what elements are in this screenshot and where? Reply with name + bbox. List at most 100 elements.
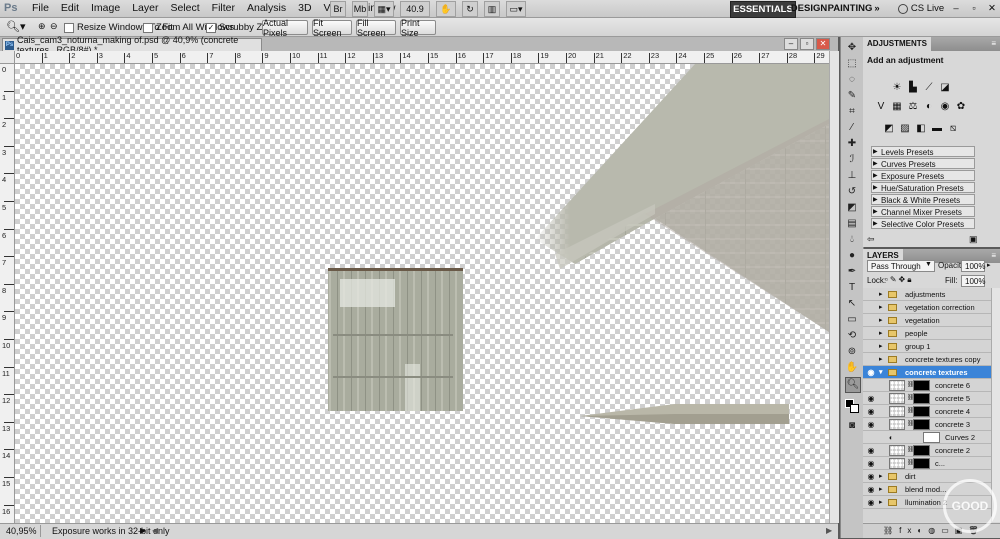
3d-orbit-tool-icon[interactable]: ⊚ [845,345,859,359]
lasso-tool-icon[interactable]: ◌ [845,73,859,87]
layer-thumbnail[interactable] [889,458,905,469]
visibility-eye-icon[interactable]: ◉ [865,405,877,418]
eyedropper-tool-icon[interactable]: ⁄ [845,121,859,135]
layer-row[interactable]: ▸ people [863,327,991,340]
brightness-contrast-icon[interactable]: ☀ [891,82,903,93]
zoom-level-field[interactable]: 40.9 [400,1,430,17]
arrange-documents-icon[interactable]: ▥ [484,1,500,17]
color-balance-icon[interactable]: ⚖ [907,101,919,112]
preset-hue-saturation[interactable]: Hue/Saturation Presets [871,182,975,194]
collapsed-arrow-icon[interactable]: ▸ [879,314,883,327]
layer-mask-thumbnail[interactable] [923,432,940,443]
quick-select-tool-icon[interactable]: ✎ [845,89,859,103]
collapsed-arrow-icon[interactable]: ▸ [879,496,883,509]
cs-live-button[interactable]: CS Live [890,1,952,16]
preset-channel-mixer[interactable]: Channel Mixer Presets [871,206,975,218]
layer-mask-thumbnail[interactable] [913,419,930,430]
expanded-arrow-icon[interactable]: ▾ [879,366,883,379]
vibrance-icon[interactable]: V [875,101,887,112]
actual-pixels-button[interactable]: Actual Pixels [262,18,308,38]
panel-clip-icon[interactable]: ▣ [969,234,978,245]
layer-thumbnail[interactable] [889,406,905,417]
zoom-in-icon[interactable]: ⊕ [38,21,46,32]
menu-3d[interactable]: 3D [292,2,317,14]
3d-rotate-tool-icon[interactable]: ⟲ [845,329,859,343]
collapsed-arrow-icon[interactable]: ▸ [879,340,883,353]
layer-row[interactable]: ◉ ▾ concrete textures [863,366,991,379]
selective-color-icon[interactable]: ⧅ [947,123,959,134]
layer-mask-thumbnail[interactable] [913,380,930,391]
fill-screen-button[interactable]: Fill Screen [356,18,396,38]
vertical-ruler[interactable]: 0 1 2 3 4 5 6 7 8 9 10 11 12 13 14 15 16 [0,51,15,523]
pen-tool-icon[interactable]: ✒ [845,265,859,279]
layer-mask-thumbnail[interactable] [913,406,930,417]
marquee-tool-icon[interactable]: ⬚ [845,57,859,71]
horizontal-ruler[interactable]: 0 1 2 3 4 5 6 7 8 9 10 11 12 13 14 15 16 17 18 19 20 21 22 23 24… [14,51,829,64]
zoom-tool-icon[interactable]: 🔍︎▾ [6,20,26,33]
menu-file[interactable]: File [26,2,55,14]
collapsed-arrow-icon[interactable]: ▸ [879,353,883,366]
lock-icons[interactable]: ▫✎✥🔒︎ [885,275,914,285]
panel-menu-icon[interactable]: ≡ [991,37,996,51]
rotate-view-icon[interactable]: ↻ [462,1,478,17]
photo-filter-icon[interactable]: ◉ [939,101,951,112]
preset-levels[interactable]: Levels Presets [871,146,975,158]
scroll-left-icon[interactable]: ◀ [152,526,158,535]
levels-icon[interactable]: ▙ [907,82,919,93]
collapsed-arrow-icon[interactable]: ▸ [879,301,883,314]
doc-restore-icon[interactable]: ▫ [800,38,814,50]
layers-scrollbar[interactable] [991,288,1000,522]
chevron-right-icon[interactable]: ▸ [987,261,991,269]
bridge-icon[interactable]: Br [330,1,346,17]
move-tool-icon[interactable]: ✥ [845,41,859,55]
layer-row[interactable]: ▸ concrete textures copy [863,353,991,366]
hand-tool-icon[interactable]: ✋ [436,1,456,17]
document-tab[interactable]: Ps Cais_cam3_noturna_making of.psd @ 40,… [2,35,262,55]
layer-mask-thumbnail[interactable] [913,445,930,456]
quick-mask-icon[interactable]: ◙ [845,419,859,433]
adjustments-tab[interactable]: ADJUSTMENTS [863,37,932,51]
visibility-eye-icon[interactable]: ◉ [865,483,877,496]
menu-analysis[interactable]: Analysis [241,2,292,14]
curves-icon[interactable]: ⟋ [923,82,935,93]
invert-icon[interactable]: ◩ [883,123,895,134]
preset-black-white[interactable]: Black & White Presets [871,194,975,206]
layer-mask-thumbnail[interactable] [913,458,930,469]
layer-row[interactable]: ◉ ⛓ concrete 2 [863,444,991,457]
gradient-tool-icon[interactable]: ▤ [845,217,859,231]
layer-thumbnail[interactable] [889,393,905,404]
menu-edit[interactable]: Edit [55,2,85,14]
layer-row[interactable]: ◉ ⛓ concrete 4 [863,405,991,418]
blur-tool-icon[interactable]: 💧︎ [845,233,859,247]
visibility-eye-icon[interactable]: ◉ [865,418,877,431]
layer-thumbnail[interactable] [889,419,905,430]
visibility-eye-icon[interactable]: ◉ [865,470,877,483]
layer-row[interactable]: ◉ ⛓ concrete 3 [863,418,991,431]
menu-image[interactable]: Image [85,2,126,14]
brush-tool-icon[interactable]: ℐ [845,153,859,167]
visibility-eye-icon[interactable]: ◉ [865,392,877,405]
menu-filter[interactable]: Filter [206,2,241,14]
gradient-map-icon[interactable]: ▬ [931,123,943,134]
status-menu-arrow-icon[interactable]: ▶ [140,526,146,535]
zoom-tool-icon[interactable]: 🔍︎ [845,377,861,393]
doc-close-icon[interactable]: ✕ [816,38,830,50]
doc-minimize-icon[interactable]: – [784,38,798,50]
zoom-out-icon[interactable]: ⊖ [50,21,58,32]
collapsed-arrow-icon[interactable]: ▸ [879,483,883,496]
layer-thumbnail[interactable] [889,445,905,456]
preset-curves[interactable]: Curves Presets [871,158,975,170]
fill-field[interactable]: 100% [961,275,985,287]
clone-stamp-tool-icon[interactable]: ⊥ [845,169,859,183]
collapsed-arrow-icon[interactable]: ▸ [879,470,883,483]
type-tool-icon[interactable]: T [845,281,859,295]
more-workspaces-icon[interactable]: » [866,1,888,16]
visibility-eye-icon[interactable]: ◉ [865,496,877,509]
document-canvas[interactable] [15,64,829,523]
layer-row[interactable]: ▸ group 1 [863,340,991,353]
layer-row[interactable]: ▸ adjustments [863,288,991,301]
layers-panel-menu-icon[interactable]: ≡ [991,249,996,263]
view-extras-icon[interactable]: ▦▾ [374,1,394,17]
layer-row[interactable]: ▸ vegetation [863,314,991,327]
fit-screen-button[interactable]: Fit Screen [312,18,352,38]
